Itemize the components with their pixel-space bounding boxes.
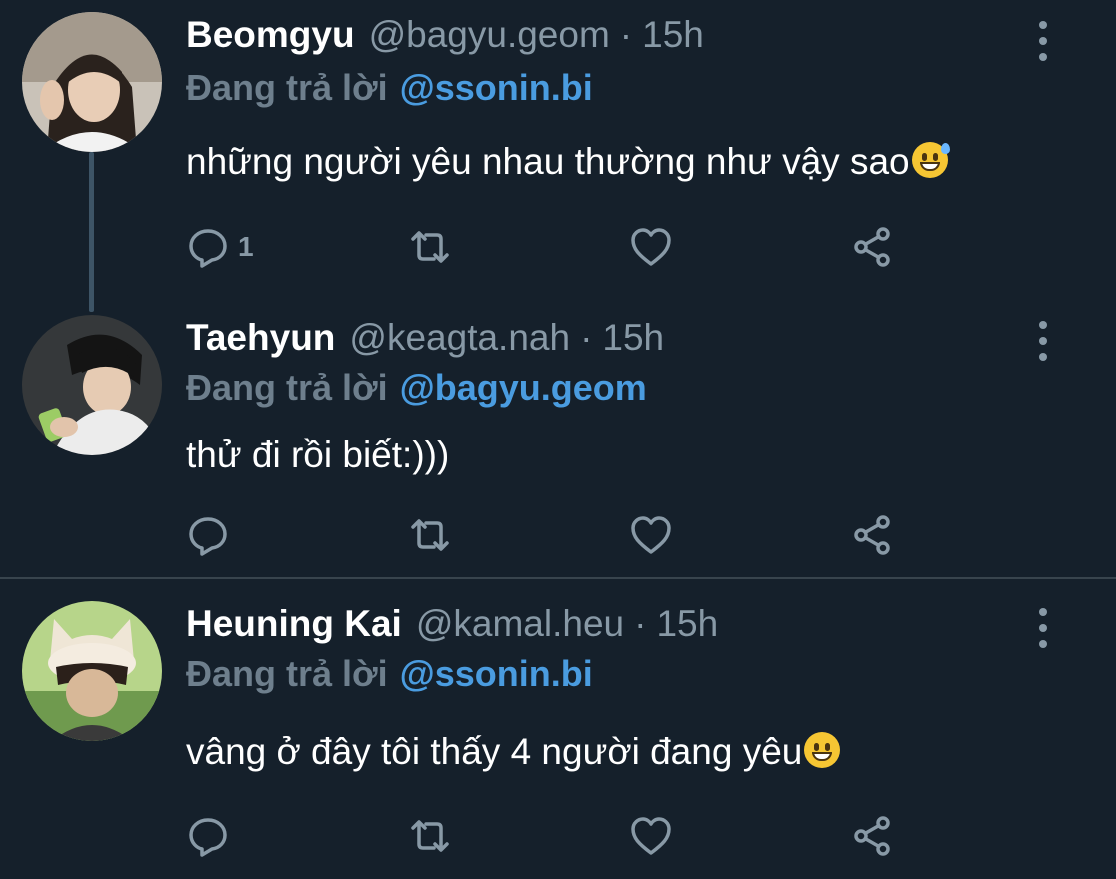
tweet-header: Heuning Kai @kamal.heu · 15h	[186, 603, 718, 651]
reply-button[interactable]	[186, 513, 230, 557]
tweet-actions: 1	[186, 225, 926, 269]
replying-label: Đang trả lời	[186, 367, 388, 408]
mention-link[interactable]: @bagyu.geom	[400, 367, 647, 408]
more-options-icon[interactable]	[1034, 21, 1052, 61]
more-options-icon[interactable]	[1034, 321, 1052, 361]
grinning-sweat-emoji	[911, 142, 950, 178]
retweet-button[interactable]	[408, 225, 452, 269]
retweet-icon	[411, 231, 449, 263]
share-icon	[854, 816, 890, 856]
mention-link[interactable]: @ssonin.bi	[400, 653, 593, 694]
tweet-text: thử đi rồi biết:)))	[186, 434, 449, 476]
like-button[interactable]	[629, 513, 673, 557]
share-button[interactable]	[850, 814, 894, 858]
share-icon	[854, 515, 890, 555]
tweet-taehyun[interactable]: Taehyun @keagta.nah · 15h Đang trả lời @b…	[0, 300, 1116, 577]
tweet-beomgyu[interactable]: Beomgyu @bagyu.geom · 15h Đang trả lời @s…	[0, 0, 1116, 300]
like-button[interactable]	[629, 814, 673, 858]
reply-count: 1	[238, 231, 254, 262]
replying-to-line: Đang trả lời @ssonin.bi	[186, 653, 593, 695]
retweet-button[interactable]	[408, 513, 452, 557]
reply-button[interactable]	[186, 814, 230, 858]
replying-label: Đang trả lời	[186, 653, 388, 694]
tweet-header: Taehyun @keagta.nah · 15h	[186, 317, 664, 365]
tweet-actions	[186, 513, 926, 557]
like-icon	[631, 817, 671, 855]
username[interactable]: @bagyu.geom	[369, 14, 610, 56]
more-options-icon[interactable]	[1034, 608, 1052, 648]
display-name[interactable]: Heuning Kai	[186, 603, 402, 645]
replying-to-line: Đang trả lời @bagyu.geom	[186, 367, 647, 409]
replying-to-line: Đang trả lời @ssonin.bi	[186, 67, 593, 109]
tweet-text: những người yêu nhau thường như vậy sao	[186, 141, 950, 183]
username[interactable]: @keagta.nah	[349, 317, 570, 359]
share-icon	[854, 227, 890, 267]
username[interactable]: @kamal.heu	[416, 603, 624, 645]
reply-icon	[189, 517, 227, 556]
separator: ·	[619, 14, 633, 55]
retweet-icon	[411, 820, 449, 852]
tweet-heuning-kai[interactable]: Heuning Kai @kamal.heu · 15h Đang trả lờ…	[0, 579, 1116, 879]
display-name[interactable]: Beomgyu	[186, 14, 355, 56]
timestamp[interactable]: 15h	[602, 317, 664, 359]
like-button[interactable]	[629, 225, 673, 269]
separator: ·	[580, 317, 593, 358]
mention-link[interactable]: @ssonin.bi	[400, 67, 593, 108]
reply-icon	[189, 229, 227, 268]
timestamp[interactable]: 15h	[642, 14, 704, 56]
avatar[interactable]	[22, 12, 162, 152]
display-name[interactable]: Taehyun	[186, 317, 335, 359]
tweet-text-content: những người yêu nhau thường như vậy sao	[186, 141, 910, 182]
like-icon	[631, 516, 671, 554]
retweet-button[interactable]	[408, 814, 452, 858]
tweet-text-content: vâng ở đây tôi thấy 4 người đang yêu	[186, 731, 803, 772]
tweet-text-content: thử đi rồi biết:)))	[186, 434, 450, 475]
tweet-text: vâng ở đây tôi thấy 4 người đang yêu	[186, 731, 841, 773]
share-button[interactable]	[850, 513, 894, 557]
avatar[interactable]	[22, 315, 162, 455]
share-button[interactable]	[850, 225, 894, 269]
reply-button[interactable]: 1	[186, 225, 254, 269]
grinning-emoji	[804, 732, 841, 768]
like-icon	[631, 228, 671, 266]
tweet-header: Beomgyu @bagyu.geom · 15h	[186, 14, 704, 62]
retweet-icon	[411, 519, 449, 551]
tweet-actions	[186, 814, 926, 858]
separator: ·	[634, 603, 647, 644]
reply-icon	[189, 818, 227, 857]
timestamp[interactable]: 15h	[656, 603, 718, 645]
replying-label: Đang trả lời	[186, 67, 388, 108]
avatar[interactable]	[22, 601, 162, 741]
